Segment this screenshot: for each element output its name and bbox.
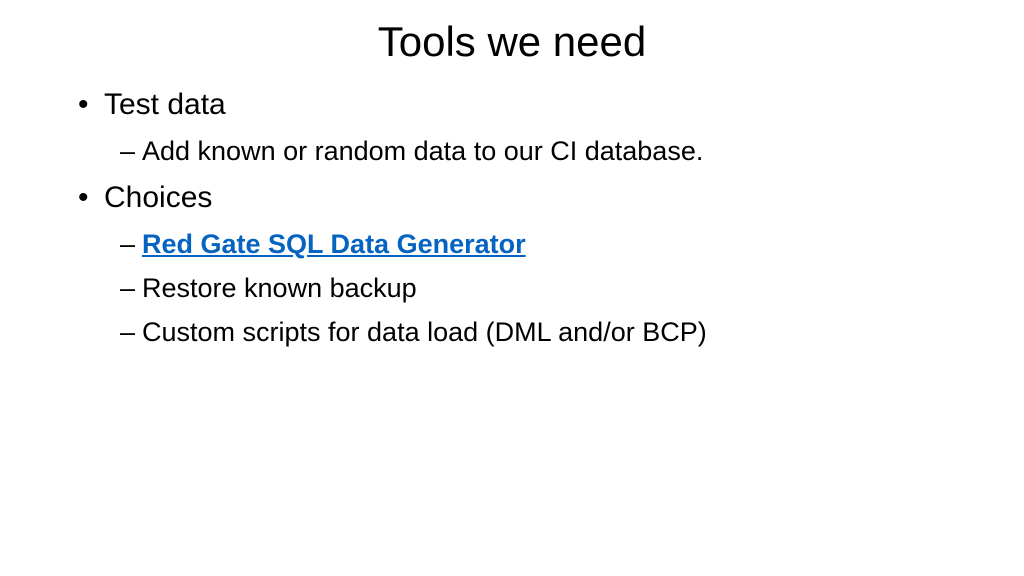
bullet-item: Test data (78, 82, 964, 127)
sub-item: Add known or random data to our CI datab… (78, 131, 964, 173)
bullet-list: Test data Add known or random data to ou… (60, 82, 964, 353)
sub-item: Red Gate SQL Data Generator (78, 224, 964, 266)
sub-item-text: Restore known backup (142, 273, 417, 303)
link-red-gate[interactable]: Red Gate SQL Data Generator (142, 229, 526, 259)
slide: Tools we need Test data Add known or ran… (0, 0, 1024, 576)
sub-item-text: Custom scripts for data load (DML and/or… (142, 317, 707, 347)
slide-title: Tools we need (60, 18, 964, 66)
bullet-label: Test data (104, 88, 226, 121)
sub-list: Add known or random data to our CI datab… (78, 131, 964, 173)
bullet-label: Choices (104, 181, 212, 214)
sub-item: Restore known backup (78, 268, 964, 310)
sub-item: Custom scripts for data load (DML and/or… (78, 312, 964, 354)
sub-item-text: Add known or random data to our CI datab… (142, 136, 703, 166)
sub-list: Red Gate SQL Data Generator Restore know… (78, 224, 964, 354)
bullet-item: Choices (78, 175, 964, 220)
